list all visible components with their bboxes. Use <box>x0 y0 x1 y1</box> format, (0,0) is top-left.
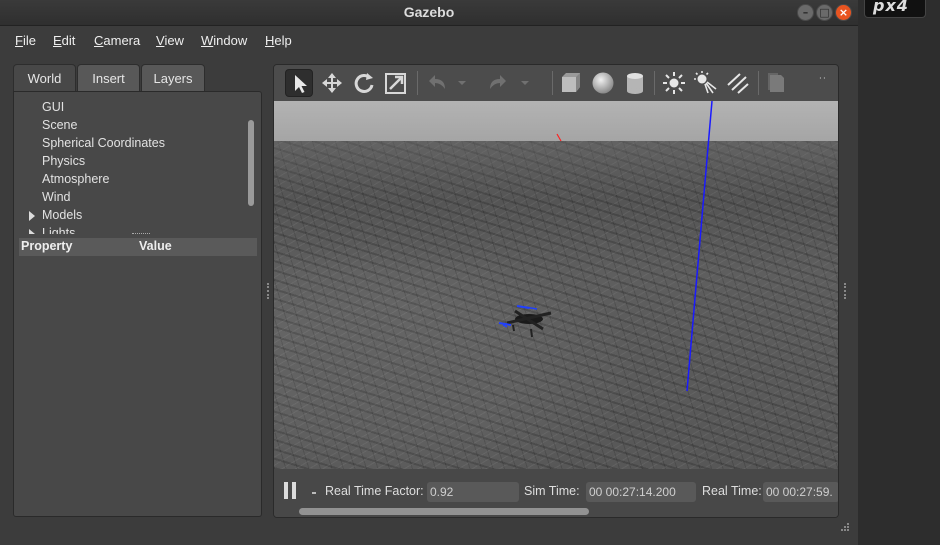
menu-help[interactable]: Help <box>265 33 292 48</box>
cylinder-icon <box>627 73 643 94</box>
sphere-shape-button[interactable] <box>589 69 617 97</box>
scene-toolbar: ˙˙ <box>274 65 838 101</box>
property-column-header: Property <box>21 239 73 253</box>
menu-file-label: File <box>15 33 36 48</box>
directional-light-icon <box>727 73 749 94</box>
menu-help-label: Help <box>265 33 292 48</box>
copy-icon <box>768 73 784 92</box>
world-panel: GUI Scene Spherical Coordinates Physics … <box>13 91 262 517</box>
redo-history-button[interactable] <box>517 69 533 97</box>
arrow-cursor-icon <box>295 75 307 93</box>
spot-light-button[interactable] <box>692 69 720 97</box>
expand-lights-icon[interactable] <box>29 229 35 234</box>
tab-world[interactable]: World <box>13 64 76 93</box>
resize-grip-icon[interactable] <box>838 522 850 534</box>
toolbar-overflow[interactable]: ˙˙ <box>819 75 827 89</box>
undo-button[interactable] <box>422 69 450 97</box>
menu-window[interactable]: Window <box>201 33 247 48</box>
left-splitter-grip[interactable] <box>267 283 269 299</box>
sun-icon <box>663 72 685 94</box>
px4-logo: px4 <box>864 0 926 18</box>
directional-light-button[interactable] <box>724 69 752 97</box>
sphere-icon <box>592 72 614 94</box>
property-table-header: Property Value <box>19 238 257 256</box>
menu-window-label: Window <box>201 33 248 48</box>
redo-button[interactable] <box>485 69 513 97</box>
real-time-field: 00 00:27:59. <box>763 482 838 502</box>
menu-camera[interactable]: Camera <box>94 33 140 48</box>
menu-bar: File Edit Camera View Window Help <box>0 27 858 55</box>
close-button[interactable]: × <box>835 4 852 21</box>
box-icon <box>562 73 580 92</box>
step-indicator <box>312 492 316 494</box>
tree-item-wind[interactable]: Wind <box>42 190 70 204</box>
spot-light-icon <box>694 71 717 94</box>
real-time-factor-field: 0.92 <box>427 482 519 502</box>
menu-view-label: View <box>156 33 184 48</box>
tree-scrollbar[interactable] <box>248 120 254 206</box>
tree-item-atmosphere[interactable]: Atmosphere <box>42 172 109 186</box>
title-bar[interactable]: Gazebo – □ × <box>0 0 858 26</box>
chevron-down-icon <box>521 81 529 85</box>
tree-item-spherical-coordinates[interactable]: Spherical Coordinates <box>42 136 165 150</box>
real-time-label: Real Time: <box>702 484 762 498</box>
pause-icon <box>284 482 288 499</box>
chevron-down-icon <box>458 81 466 85</box>
expand-models-icon[interactable] <box>29 211 35 221</box>
status-horizontal-scrollbar[interactable] <box>299 508 589 515</box>
translate-mode-button[interactable] <box>318 69 346 97</box>
real-time-factor-label: Real Time Factor: <box>325 484 424 498</box>
right-splitter-grip[interactable] <box>844 283 846 299</box>
toolbar-separator <box>417 71 418 95</box>
sim-time-label: Sim Time: <box>524 484 580 498</box>
cylinder-shape-button[interactable] <box>621 69 649 97</box>
scale-icon <box>385 73 406 94</box>
scene-overlay <box>498 101 713 392</box>
window-title: Gazebo <box>403 4 455 20</box>
sim-status-bar: Real Time Factor: 0.92 Sim Time: 00 00:2… <box>274 469 838 517</box>
px4-logo-text: px4 <box>873 0 909 15</box>
move-arrows-icon <box>322 73 342 93</box>
x-axis-line <box>556 133 562 142</box>
menu-view[interactable]: View <box>156 33 184 48</box>
splitter-handle[interactable] <box>132 233 150 235</box>
toolbar-separator <box>654 71 655 95</box>
maximize-button[interactable]: □ <box>816 4 833 21</box>
scene-panel: ˙˙ Real Time Factor: 0.92 Sim Time: 00 0… <box>273 64 839 518</box>
box-shape-button[interactable] <box>557 69 585 97</box>
rotate-icon <box>354 73 374 93</box>
tab-layers[interactable]: Layers <box>141 64 205 92</box>
3d-viewport[interactable] <box>274 101 838 469</box>
world-tree: GUI Scene Spherical Coordinates Physics … <box>14 96 252 234</box>
value-column-header: Value <box>139 239 172 253</box>
tab-insert[interactable]: Insert <box>77 64 140 92</box>
minimize-button[interactable]: – <box>797 4 814 21</box>
menu-edit[interactable]: Edit <box>53 33 75 48</box>
menu-edit-label: Edit <box>53 33 76 48</box>
undo-icon <box>429 75 445 89</box>
gazebo-window: Gazebo – □ × File Edit Camera View Windo… <box>0 0 858 545</box>
tree-item-lights[interactable]: Lights <box>42 226 75 234</box>
sim-time-field: 00 00:27:14.200 <box>586 482 696 502</box>
point-light-button[interactable] <box>660 69 688 97</box>
desktop-background <box>858 0 940 545</box>
tree-item-scene[interactable]: Scene <box>42 118 77 132</box>
pause-button[interactable] <box>284 482 298 499</box>
undo-history-button[interactable] <box>454 69 470 97</box>
tree-item-physics[interactable]: Physics <box>42 154 85 168</box>
copy-button[interactable] <box>763 69 791 97</box>
toolbar-separator <box>552 71 553 95</box>
menu-camera-label: Camera <box>94 33 141 48</box>
tree-item-models[interactable]: Models <box>42 208 82 222</box>
drone-model <box>498 305 552 338</box>
scale-mode-button[interactable] <box>382 69 410 97</box>
menu-file[interactable]: File <box>15 33 36 48</box>
z-axis-line <box>686 101 713 392</box>
select-mode-button[interactable] <box>285 69 313 97</box>
redo-icon <box>490 75 506 89</box>
toolbar-separator <box>758 71 759 95</box>
tree-item-gui[interactable]: GUI <box>42 100 64 114</box>
rotate-mode-button[interactable] <box>350 69 378 97</box>
